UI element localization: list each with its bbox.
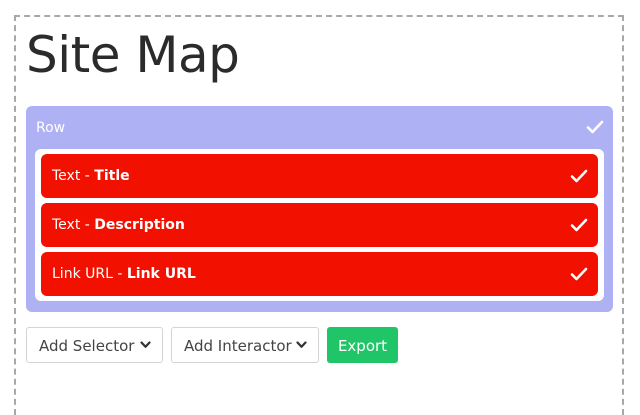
selector-type: Text	[52, 168, 81, 184]
selector-item-title[interactable]: Text - Title	[41, 154, 598, 198]
selector-name: Title	[94, 168, 130, 184]
selector-name: Description	[94, 217, 185, 233]
selector-separator: -	[80, 168, 95, 184]
selector-item-label: Text - Title	[52, 168, 130, 184]
row-children-list: Text - Title Text - Description Link URL…	[35, 149, 604, 301]
selector-type: Link URL	[52, 266, 113, 282]
selector-item-label: Link URL - Link URL	[52, 266, 196, 282]
selector-separator: -	[80, 217, 95, 233]
row-container[interactable]: Row Text - Title Text - Description Link…	[26, 106, 613, 312]
selector-item-description[interactable]: Text - Description	[41, 203, 598, 247]
selector-item-link-url[interactable]: Link URL - Link URL	[41, 252, 598, 296]
selector-separator: -	[112, 266, 127, 282]
page-title: Site Map	[26, 26, 240, 84]
add-interactor-label: Add Interactor	[184, 337, 292, 355]
export-button[interactable]: Export	[327, 327, 398, 363]
check-icon[interactable]	[570, 267, 588, 281]
chevron-down-icon	[296, 341, 307, 349]
add-selector-label: Add Selector	[39, 337, 135, 355]
check-icon[interactable]	[570, 218, 588, 232]
check-icon[interactable]	[570, 169, 588, 183]
chevron-down-icon	[140, 341, 151, 349]
add-interactor-button[interactable]: Add Interactor	[171, 327, 319, 363]
selector-type: Text	[52, 217, 81, 233]
check-icon[interactable]	[586, 120, 604, 134]
row-label: Row	[36, 120, 66, 136]
selector-item-label: Text - Description	[52, 217, 185, 233]
selector-name: Link URL	[126, 266, 196, 282]
add-selector-button[interactable]: Add Selector	[26, 327, 163, 363]
